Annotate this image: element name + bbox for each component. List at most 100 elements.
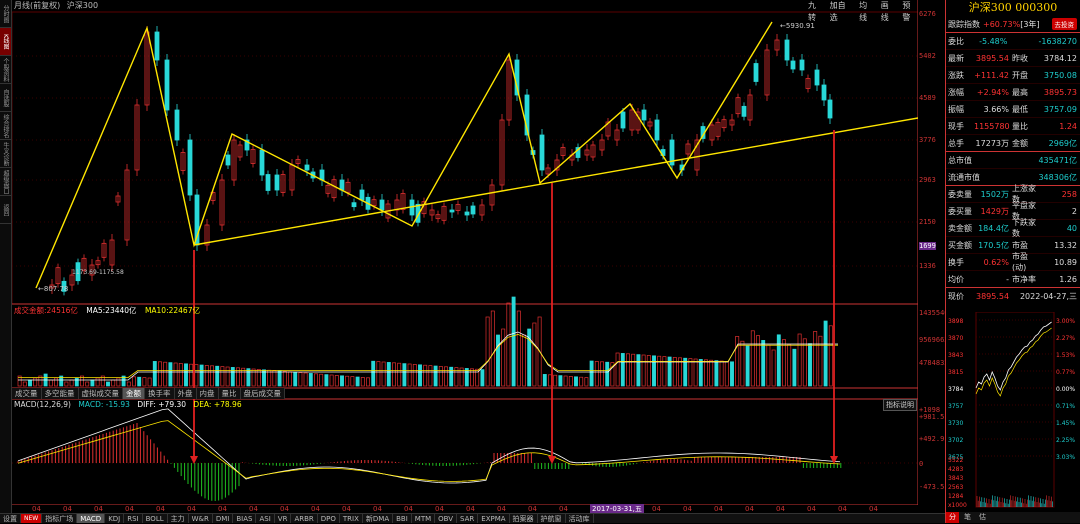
quote-row: 现手 1155780 量比 1.24: [946, 118, 1080, 135]
indicator-tab[interactable]: 活动库: [566, 514, 594, 523]
quote-bottom-tab[interactable]: 笔: [961, 512, 974, 523]
mini-axis-right: 0.77%: [1056, 369, 1075, 376]
indicator-tab[interactable]: RSI: [124, 514, 143, 523]
candle: [799, 59, 805, 71]
left-tool-2[interactable]: 个股资料: [0, 56, 11, 84]
volume-bar: [719, 360, 724, 387]
indicator-tab[interactable]: 主力: [168, 514, 189, 523]
indicator-tab[interactable]: NEW: [21, 514, 43, 523]
price-axis-label: 4589: [919, 94, 936, 102]
indicator-tab[interactable]: DMI: [213, 514, 234, 523]
indicator-help-button[interactable]: 指标说明: [883, 399, 917, 411]
low-annotation: ←807.78: [38, 285, 68, 293]
arrow-head: [548, 456, 556, 464]
left-tool-3[interactable]: 自选股: [0, 84, 11, 112]
indicator-tab[interactable]: 护航窗: [538, 514, 566, 523]
volume-tab[interactable]: 成交量: [12, 388, 42, 399]
candle: [814, 69, 820, 86]
volume-bar: [22, 381, 27, 387]
quote-key: 委卖量: [948, 189, 972, 199]
quote-key: 市盈(动): [1012, 252, 1028, 272]
volume-bar: [620, 353, 625, 387]
volume-bar: [210, 365, 214, 387]
volume-bar: [267, 369, 272, 387]
volume-bar: [511, 296, 516, 387]
volume-bar: [215, 365, 220, 387]
indicator-tab[interactable]: KDJ: [105, 514, 125, 523]
volume-tab[interactable]: 内盘: [196, 388, 219, 399]
price-axis-label: 1699: [919, 242, 936, 250]
candle: [164, 59, 170, 111]
invest-button[interactable]: 去投资: [1051, 18, 1077, 30]
indicator-tab[interactable]: MTM: [412, 514, 436, 523]
volume-tab[interactable]: 量比: [218, 388, 241, 399]
volume-tab[interactable]: 虚拟成交量: [78, 388, 123, 399]
left-tool-5[interactable]: 牛叉诊断: [0, 140, 11, 168]
date-label: 04: [156, 505, 165, 513]
indicator-tab[interactable]: BBI: [393, 514, 412, 523]
indicator-tab[interactable]: BIAS: [233, 514, 257, 523]
volume-bar: [163, 361, 168, 387]
volume-bar: [366, 377, 370, 387]
volume-bar: [626, 353, 630, 387]
left-tool-6[interactable]: 超级盘口: [0, 168, 11, 196]
left-tool-4[interactable]: 综合排名: [0, 112, 11, 140]
volume-bar: [371, 360, 376, 387]
volume-bar: [173, 362, 178, 387]
indicator-tab[interactable]: SAR: [457, 514, 479, 523]
quote-value: 3895.54: [975, 53, 1009, 63]
indicator-tab[interactable]: OBV: [435, 514, 458, 523]
volume-tab[interactable]: 多空能量: [41, 388, 79, 399]
volume-value: 24516亿: [46, 306, 78, 315]
volume-bar: [178, 363, 183, 387]
quote-key: 金额: [1012, 138, 1028, 148]
indicator-tab[interactable]: EXPMA: [478, 514, 510, 523]
volume-ma10: MA10:22467亿: [144, 306, 200, 315]
indicator-tab[interactable]: VR: [275, 514, 292, 523]
quote-bottom-tab[interactable]: 分: [946, 512, 959, 523]
indicator-tab[interactable]: TRIX: [340, 514, 363, 523]
volume-bar: [709, 359, 714, 387]
diff-line: [17, 408, 841, 484]
quote-bottom-tab[interactable]: 估: [976, 512, 989, 523]
candle: [470, 205, 476, 215]
quote-row: 涨跌 +111.42 开盘 3750.08: [946, 67, 1080, 84]
volume-bar: [724, 361, 729, 387]
kline-chart[interactable]: ←5930.91 ←807.78 1173.69-1175.58: [12, 0, 918, 505]
date-label: 04: [652, 505, 661, 513]
intraday-chart[interactable]: 3898 3.00% 3870 2.27% 3843 1.53% 3815 0.77% 3784…: [946, 312, 1079, 512]
candle: [265, 174, 271, 191]
left-tool-1[interactable]: K线图: [0, 28, 11, 56]
quote-key: 委买量: [948, 206, 972, 216]
indicator-tab[interactable]: W&R: [189, 514, 213, 523]
volume-bar: [761, 340, 766, 387]
volume-tab[interactable]: 金额: [123, 388, 145, 399]
quote-value: 17273万: [975, 138, 1009, 148]
volume-bar: [386, 362, 391, 387]
mini-vol-axis: 1284: [948, 493, 963, 500]
volume-bar: [392, 362, 396, 387]
mini-axis-left: 3784: [948, 386, 963, 393]
volume-tab[interactable]: 外盘: [174, 388, 197, 399]
volume-tab[interactable]: 盘后成交量: [240, 388, 285, 399]
indicator-tab[interactable]: BOLL: [143, 514, 168, 523]
volume-bar: [402, 363, 407, 387]
volume-bar: [412, 364, 417, 387]
indicator-tab[interactable]: MACD: [77, 514, 106, 523]
volume-bar: [308, 373, 313, 387]
volume-tabs: 成交量 多空能量 虚拟成交量 金额 换手率 外盘 内盘 量比 盘后成交量: [12, 388, 285, 399]
indicator-tab[interactable]: 指标广场: [42, 514, 78, 523]
left-tool-0[interactable]: 分时图: [0, 0, 11, 28]
indicator-tab[interactable]: 设置: [0, 514, 21, 523]
candle: [753, 63, 759, 82]
left-tool-7[interactable]: 返回: [0, 196, 11, 224]
quote-value: 3.66%: [983, 104, 1009, 114]
candle: [827, 99, 833, 119]
indicator-tab[interactable]: ARBR: [291, 514, 318, 523]
indicator-tab[interactable]: 新DMA: [363, 514, 394, 523]
quote-key: 总市值: [948, 155, 972, 165]
indicator-tab[interactable]: ASI: [256, 514, 275, 523]
indicator-tab[interactable]: DPO: [318, 514, 340, 523]
indicator-tab[interactable]: 拍案器: [510, 514, 538, 523]
volume-tab[interactable]: 换手率: [145, 388, 175, 399]
